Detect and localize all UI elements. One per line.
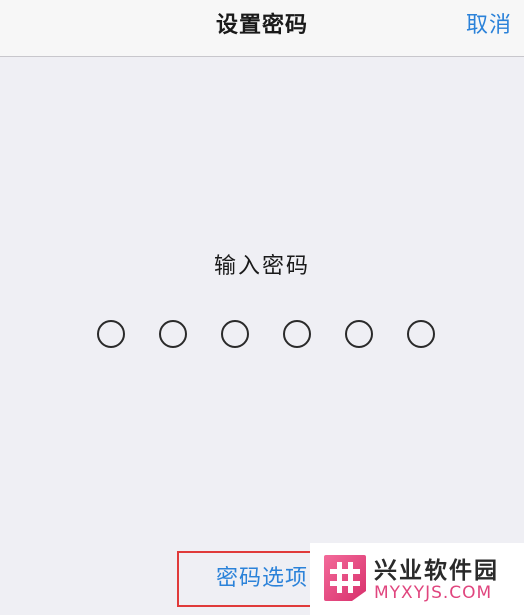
passcode-dots	[97, 320, 437, 348]
passcode-prompt: 输入密码	[213, 254, 310, 279]
passcode-dot	[407, 320, 435, 348]
passcode-dot	[159, 320, 187, 348]
page-title: 设置密码	[215, 13, 308, 38]
watermark-name: 兴业软件园	[374, 558, 499, 584]
passcode-dot	[345, 320, 373, 348]
passcode-dot	[283, 320, 311, 348]
cancel-button[interactable]: 取消	[466, 0, 512, 52]
watermark: 兴业软件园 MYXYJS.COM	[310, 543, 524, 615]
passcode-dot	[221, 320, 249, 348]
navigation-bar: 设置密码 取消	[0, 0, 524, 57]
watermark-domain: MYXYJS.COM	[374, 583, 493, 603]
set-passcode-screen: 设置密码 取消 输入密码 密码选项 兴业软件园 MYXYJS.COM	[0, 0, 524, 615]
watermark-logo-icon	[324, 555, 366, 601]
passcode-dot	[97, 320, 125, 348]
